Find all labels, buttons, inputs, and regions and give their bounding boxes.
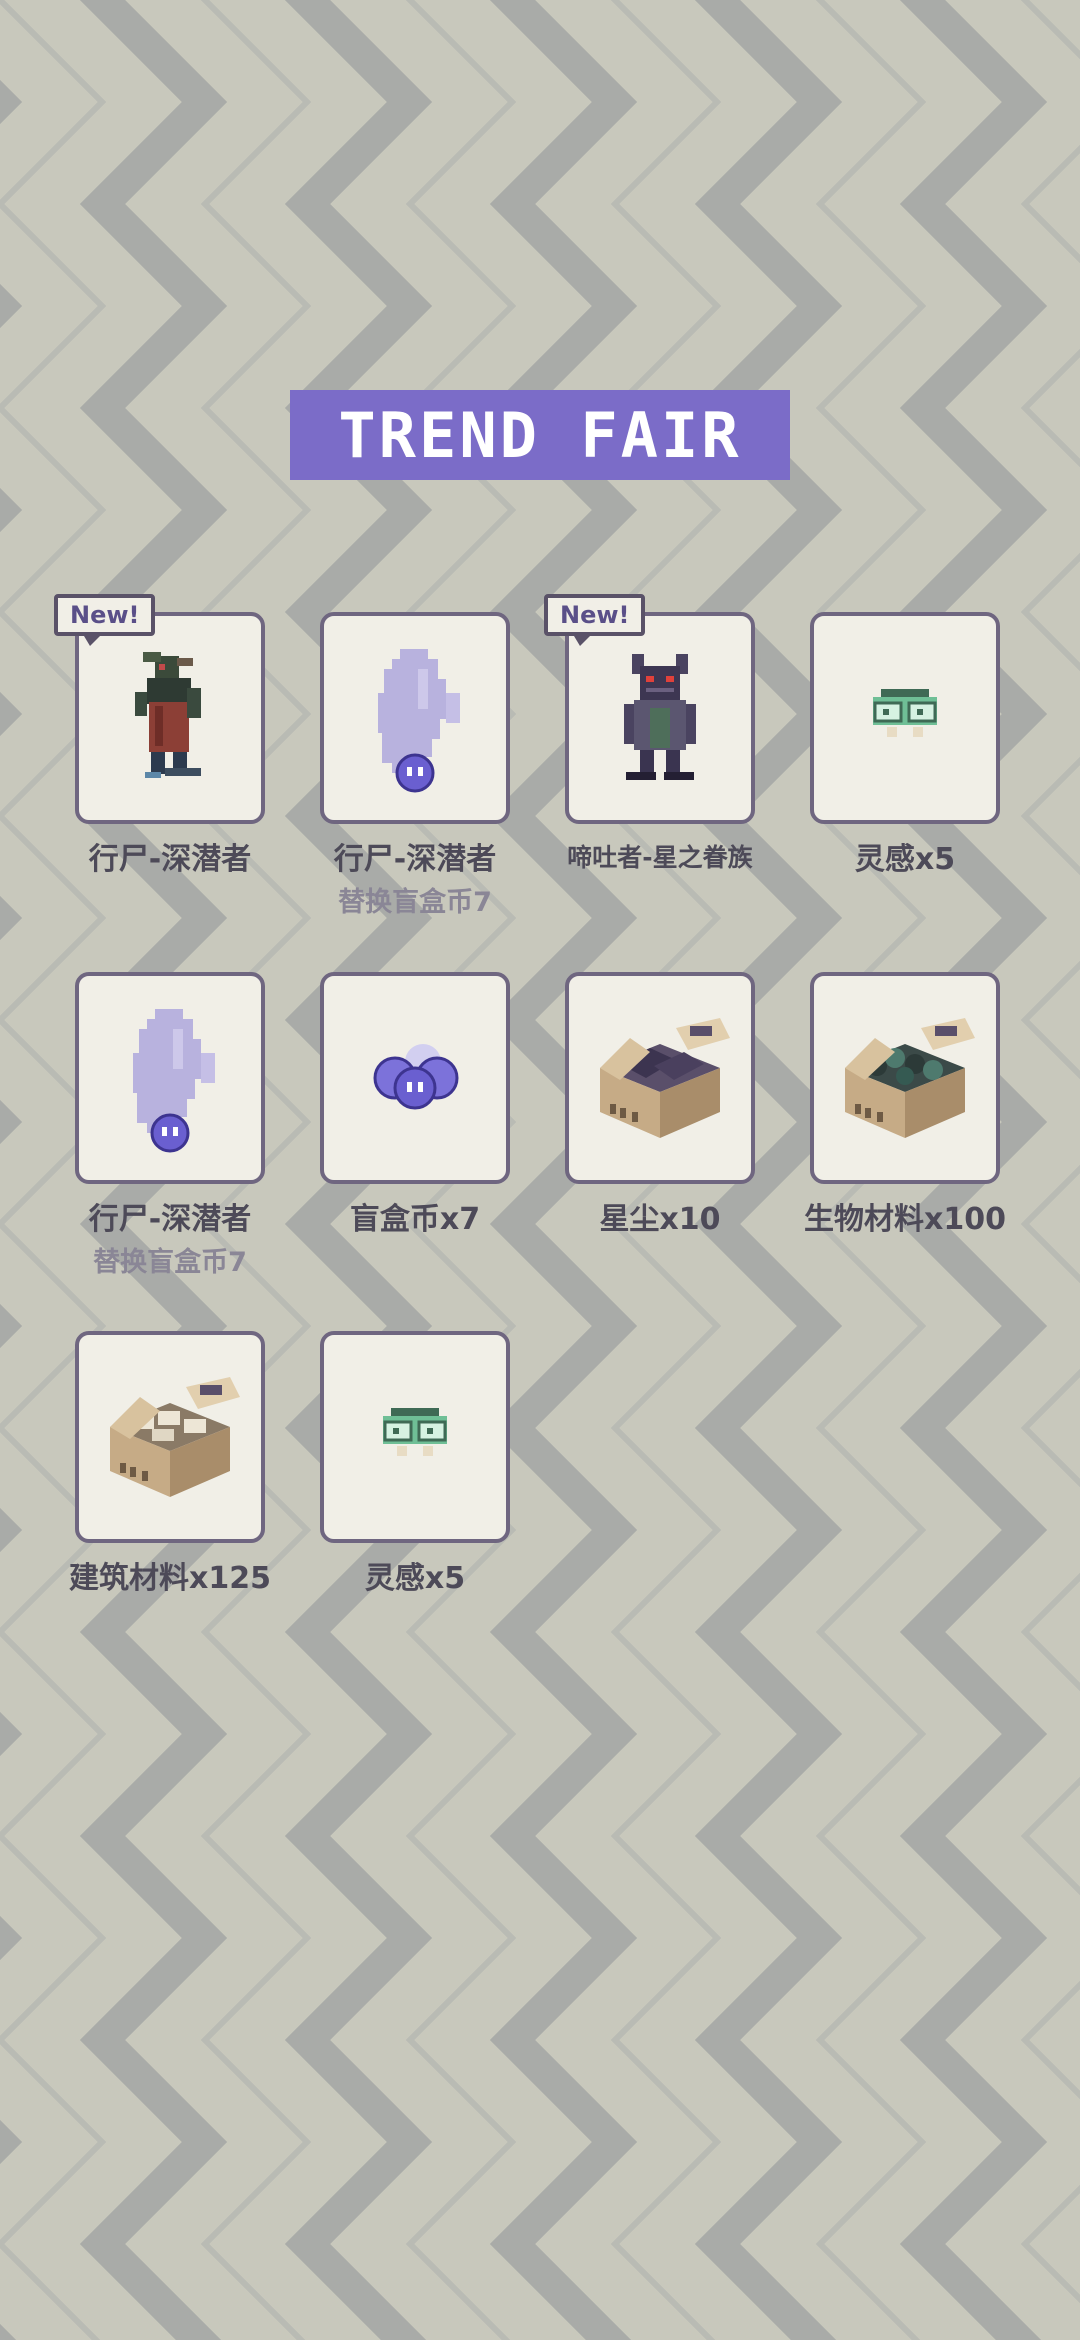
reward-card[interactable] [565, 972, 755, 1184]
building-material-crate-icon [110, 1377, 240, 1497]
item-name: 行尸-深潜者 [88, 842, 252, 877]
item-name: 行尸-深潜者 [88, 1202, 252, 1237]
item-name: 灵感x5 [854, 842, 956, 877]
reward-card[interactable] [320, 612, 510, 824]
reward-card[interactable] [810, 972, 1000, 1184]
new-badge: New! [54, 594, 156, 646]
item-substitution-note: 替换盲盒币7 [338, 887, 492, 918]
reward-card[interactable] [75, 1331, 265, 1543]
bio-material-crate-icon [845, 1018, 975, 1138]
item-name: 建筑材料x125 [69, 1561, 271, 1596]
inspiration-brain-icon [873, 689, 937, 737]
item-name: 盲盒币x7 [349, 1202, 481, 1237]
zombie-diver-icon [135, 652, 201, 778]
star-spawn-icon [624, 654, 696, 780]
reward-card[interactable] [565, 612, 755, 824]
item-substitution-note: 替换盲盒币7 [93, 1247, 247, 1278]
reward-card[interactable] [810, 612, 1000, 824]
ghost-silhouette-icon [133, 1009, 215, 1153]
item-name: 生物材料x100 [804, 1202, 1006, 1237]
item-name: 星尘x10 [599, 1202, 721, 1237]
ghost-silhouette-icon [378, 649, 460, 793]
inspiration-brain-icon [383, 1408, 447, 1456]
reward-card[interactable] [75, 612, 265, 824]
blind-box-coin-icon [373, 1044, 459, 1110]
reward-card[interactable] [320, 972, 510, 1184]
item-name: 啼吐者-星之眷族 [567, 843, 753, 872]
new-badge: New! [544, 594, 646, 646]
item-name: 灵感x5 [364, 1561, 466, 1596]
item-name: 行尸-深潜者 [333, 842, 497, 877]
stardust-crate-icon [600, 1018, 730, 1138]
reward-card[interactable] [320, 1331, 510, 1543]
reward-grid: New! 行尸-深潜者 行尸-深潜者 替换盲盒币7 New! 啼吐者-星之眷族 … [0, 0, 1080, 2340]
reward-card[interactable] [75, 972, 265, 1184]
